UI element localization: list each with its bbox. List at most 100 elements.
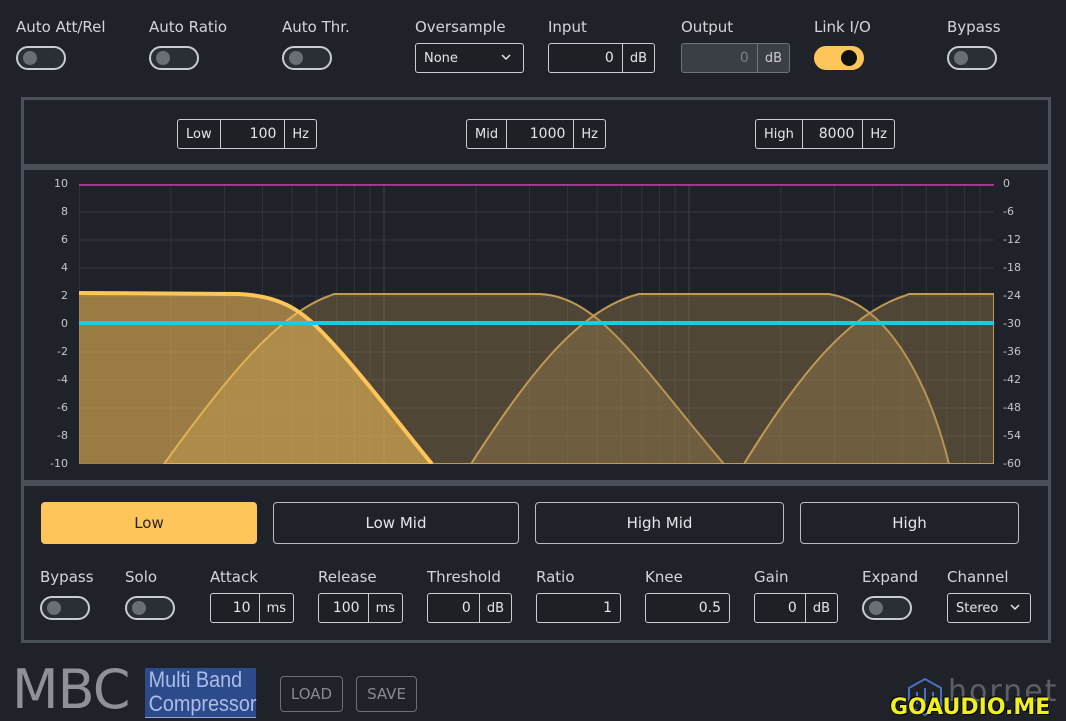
ratio-label: Ratio (536, 568, 575, 586)
crossover-high-label: High (756, 120, 803, 148)
output-field: 0 dB (681, 43, 790, 73)
output-value: 0 (739, 50, 749, 66)
knee-field[interactable]: 0.5 (645, 593, 730, 623)
band-bypass-label: Bypass (40, 568, 94, 586)
product-name-box: Multi Band Compressor (145, 668, 256, 718)
right-axis-tick: -36 (1003, 345, 1021, 358)
left-axis-tick: -4 (57, 373, 68, 386)
knee-label: Knee (645, 568, 683, 586)
product-name-line1: Multi Band (148, 667, 243, 692)
right-axis-tick: -12 (1003, 233, 1021, 246)
left-axis-tick: -10 (50, 457, 68, 470)
auto-thr-label: Auto Thr. (282, 18, 350, 36)
crossover-high-value: 8000 (818, 126, 855, 142)
expand-toggle[interactable] (862, 596, 912, 620)
attack-unit: ms (258, 594, 293, 622)
crossover-mid-unit: Hz (573, 120, 605, 148)
toggle-knob (156, 51, 170, 65)
input-label: Input (548, 18, 587, 36)
band-tab-low[interactable]: Low (41, 502, 257, 544)
input-field[interactable]: 0 dB (548, 43, 655, 73)
mbc-logo: MBC (12, 658, 130, 721)
solo-label: Solo (125, 568, 158, 586)
attack-value: 10 (232, 600, 251, 616)
bypass-label: Bypass (947, 18, 1001, 36)
gain-unit: dB (804, 594, 837, 622)
right-axis-tick: -30 (1003, 317, 1021, 330)
attack-field[interactable]: 10 ms (210, 593, 294, 623)
gain-field[interactable]: 0 dB (754, 593, 838, 623)
toggle-knob (289, 51, 303, 65)
product-name-line2: Compressor (148, 691, 257, 716)
oversample-select[interactable]: None (415, 43, 524, 73)
input-value: 0 (604, 50, 614, 66)
gain-label: Gain (754, 568, 789, 586)
left-axis-tick: 4 (61, 261, 68, 274)
right-axis-tick: -24 (1003, 289, 1021, 302)
band-bypass-toggle[interactable] (40, 596, 90, 620)
channel-label: Channel (947, 568, 1009, 586)
auto-ratio-toggle[interactable] (149, 46, 199, 70)
chevron-down-icon (1010, 604, 1020, 611)
expand-label: Expand (862, 568, 919, 586)
left-axis-tick: -6 (57, 401, 68, 414)
left-axis-tick: 8 (61, 205, 68, 218)
right-axis-tick: -48 (1003, 401, 1021, 414)
oversample-value: None (424, 50, 458, 66)
channel-value: Stereo (956, 600, 999, 616)
left-axis-tick: -2 (57, 345, 68, 358)
input-unit: dB (621, 44, 654, 72)
release-label: Release (318, 568, 377, 586)
auto-att-rel-label: Auto Att/Rel (16, 18, 106, 36)
solo-toggle[interactable] (125, 596, 175, 620)
channel-select[interactable]: Stereo (947, 593, 1031, 623)
link-io-toggle[interactable] (814, 46, 864, 70)
link-io-label: Link I/O (814, 18, 871, 36)
crossover-high-unit: Hz (862, 120, 894, 148)
left-axis-tick: 2 (61, 289, 68, 302)
release-field[interactable]: 100 ms (318, 593, 403, 623)
output-label: Output (681, 18, 734, 36)
crossover-low-value: 100 (249, 126, 277, 142)
crossover-low-unit: Hz (284, 120, 316, 148)
chevron-down-icon (501, 54, 511, 61)
crossover-mid-value: 1000 (529, 126, 566, 142)
save-button[interactable]: SAVE (356, 676, 417, 712)
toggle-knob (132, 601, 146, 615)
frequency-response-graph[interactable] (79, 184, 994, 464)
crossover-low-field[interactable]: Low 100 Hz (177, 119, 317, 149)
attack-label: Attack (210, 568, 258, 586)
band-tab-low-mid[interactable]: Low Mid (273, 502, 519, 544)
bypass-toggle[interactable] (947, 46, 997, 70)
threshold-label: Threshold (427, 568, 501, 586)
threshold-field[interactable]: 0 dB (427, 593, 512, 623)
release-unit: ms (367, 594, 402, 622)
band-tab-high-mid[interactable]: High Mid (535, 502, 784, 544)
toggle-knob (841, 50, 857, 66)
auto-thr-toggle[interactable] (282, 46, 332, 70)
watermark: GOAUDIO.ME (890, 695, 1051, 720)
right-axis-tick: -42 (1003, 373, 1021, 386)
release-value: 100 (332, 600, 360, 616)
toggle-knob (954, 51, 968, 65)
oversample-label: Oversample (415, 18, 506, 36)
threshold-value: 0 (461, 600, 471, 616)
threshold-unit: dB (478, 594, 511, 622)
crossover-high-field[interactable]: High 8000 Hz (755, 119, 895, 149)
ratio-field[interactable]: 1 (536, 593, 621, 623)
left-axis-tick: 6 (61, 233, 68, 246)
crossover-mid-label: Mid (467, 120, 508, 148)
load-button[interactable]: LOAD (280, 676, 343, 712)
right-axis-tick: 0 (1003, 177, 1010, 190)
left-axis-tick: -8 (57, 429, 68, 442)
toggle-knob (47, 601, 61, 615)
gain-value: 0 (787, 600, 797, 616)
toggle-knob (869, 601, 883, 615)
right-axis-tick: -6 (1003, 205, 1014, 218)
band-tab-high[interactable]: High (800, 502, 1019, 544)
auto-att-rel-toggle[interactable] (16, 46, 66, 70)
crossover-low-label: Low (178, 120, 221, 148)
crossover-mid-field[interactable]: Mid 1000 Hz (466, 119, 606, 149)
auto-ratio-label: Auto Ratio (149, 18, 228, 36)
right-axis-tick: -18 (1003, 261, 1021, 274)
